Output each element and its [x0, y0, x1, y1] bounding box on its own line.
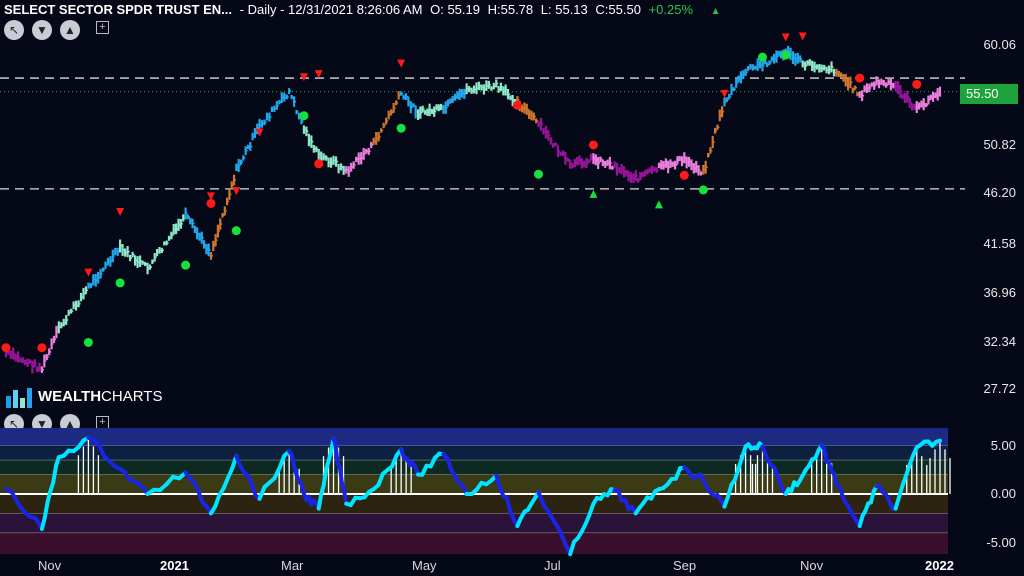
x-tick-label: 2022	[925, 558, 954, 573]
oscillator-line	[51, 464, 59, 485]
sell-signal-dot	[679, 170, 689, 180]
sell-signal-dot	[314, 159, 324, 169]
sell-signal-triangle	[206, 192, 215, 201]
wealthcharts-logo-text: WEALTHCHARTS	[38, 388, 163, 405]
oscillator-line	[934, 438, 942, 445]
oscillator-line	[42, 500, 50, 520]
y-tick-label: 32.34	[983, 334, 1016, 349]
x-tick-label: Mar	[281, 558, 304, 573]
buy-signal-dot	[299, 111, 309, 121]
oscillator-line	[337, 465, 344, 486]
sell-signal-dot	[37, 343, 47, 353]
buy-signal-dot	[698, 185, 708, 195]
buy-signal-triangle	[589, 189, 598, 198]
buy-signal-dot	[181, 260, 191, 270]
osc-y-tick-label: 5.00	[990, 438, 1016, 453]
x-tick-label: Jul	[544, 558, 561, 573]
sell-signal-triangle	[720, 89, 729, 98]
sell-signal-triangle	[798, 32, 807, 41]
sell-signal-triangle	[84, 268, 93, 277]
buy-signal-dot	[534, 169, 544, 179]
y-tick-label: 41.58	[983, 236, 1016, 251]
y-tick-label: 27.72	[983, 381, 1016, 396]
sell-signal-dot	[912, 79, 922, 89]
wealthcharts-logo	[6, 388, 32, 408]
oscillator-band	[0, 428, 948, 446]
x-tick-label: Nov	[800, 558, 824, 573]
oscillator-band	[0, 494, 948, 514]
x-tick-label: Nov	[38, 558, 62, 573]
osc-y-tick-label: 0.00	[990, 486, 1016, 501]
x-tick-label: Sep	[673, 558, 697, 573]
x-tick-label: 2021	[160, 558, 189, 573]
buy-signal-dot	[231, 226, 241, 236]
buy-signal-dot	[83, 337, 93, 347]
sell-signal-triangle	[314, 70, 323, 79]
buy-signal-dot	[757, 52, 767, 62]
oscillator-band	[0, 513, 948, 533]
oscillator-line	[333, 443, 340, 466]
buy-signal-dot	[115, 278, 125, 288]
sell-signal-dot	[855, 73, 865, 83]
y-tick-label: 50.82	[983, 137, 1016, 152]
osc-y-tick-label: -5.00	[986, 535, 1016, 550]
y-tick-label: 60.06	[983, 37, 1016, 52]
sell-signal-dot	[512, 100, 522, 110]
x-tick-label: May	[412, 558, 437, 573]
oscillator-band	[0, 445, 948, 461]
sell-signal-triangle	[116, 208, 125, 217]
y-tick-label: 36.96	[983, 285, 1016, 300]
sell-signal-dot	[1, 343, 11, 353]
buy-signal-dot	[781, 50, 791, 60]
price-chart[interactable]	[0, 0, 1024, 576]
oscillator-band	[0, 532, 948, 555]
buy-signal-triangle	[654, 200, 663, 209]
sell-signal-triangle	[299, 73, 308, 82]
oscillator-line	[321, 467, 329, 488]
sell-signal-dot	[588, 140, 598, 150]
sell-signal-triangle	[397, 59, 406, 68]
sell-signal-triangle	[232, 187, 241, 196]
oscillator-line	[342, 488, 349, 506]
chart-window: SELECT SECTOR SPDR TRUST EN... - Daily -…	[0, 0, 1024, 576]
buy-signal-dot	[396, 123, 406, 133]
sell-signal-triangle	[781, 33, 790, 42]
y-tick-label: 46.20	[983, 185, 1016, 200]
last-price-badge: 55.50	[960, 84, 1018, 104]
oscillator-line	[316, 492, 324, 511]
